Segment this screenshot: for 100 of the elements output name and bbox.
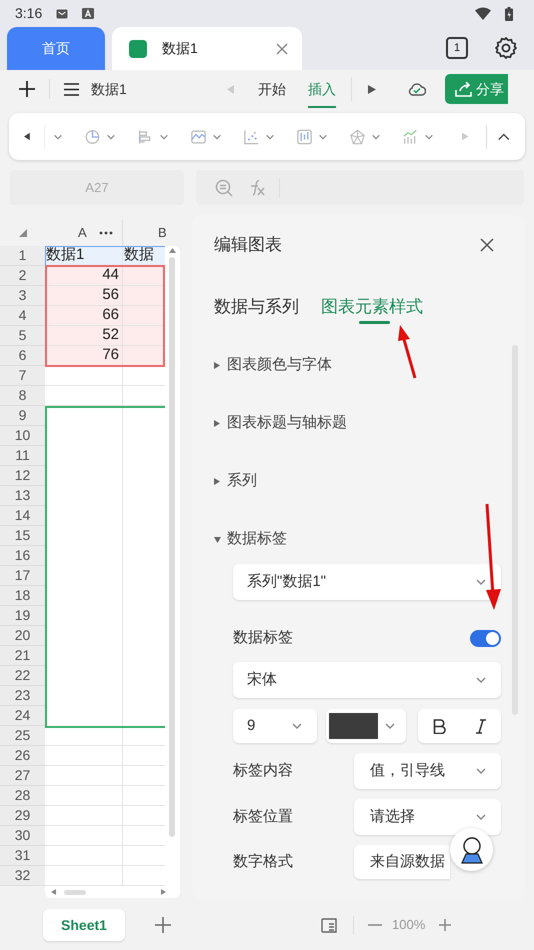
row-number[interactable]: 18 <box>0 586 45 606</box>
caret-right-icon <box>214 478 221 484</box>
font-size-dropdown[interactable]: 9 <box>233 709 317 743</box>
bold-icon[interactable] <box>432 718 446 734</box>
panel-tab[interactable]: 数据与系列 <box>214 289 299 324</box>
document-tab[interactable]: 数据1 <box>112 27 302 70</box>
caret-down-icon <box>214 536 221 542</box>
vertical-scrollbar[interactable] <box>169 257 175 837</box>
font-color-dropdown[interactable] <box>326 709 406 743</box>
share-button[interactable]: 分享 <box>444 74 508 104</box>
row-number[interactable]: 23 <box>0 686 45 706</box>
table-cell <box>123 286 165 306</box>
ribbon-tab[interactable]: 开始 <box>258 70 286 108</box>
section-header[interactable]: 图表颜色与字体 <box>214 336 503 394</box>
row-number[interactable]: 12 <box>0 466 45 486</box>
left-triangle-icon[interactable] <box>24 132 31 141</box>
field-label: 标签位置 <box>233 806 293 827</box>
sheet-tab[interactable]: Sheet1 <box>43 909 125 941</box>
section-header[interactable]: 图表标题与轴标题 <box>214 394 503 452</box>
field-label: 标签内容 <box>233 760 293 781</box>
column-header[interactable]: A <box>78 223 87 243</box>
status-time: 3:16 <box>15 4 42 23</box>
right-triangle-icon[interactable] <box>368 84 376 94</box>
settings-icon[interactable] <box>494 36 518 60</box>
table-cell <box>123 326 165 346</box>
zoom-out-icon[interactable] <box>215 178 233 196</box>
scroll-left-icon[interactable] <box>51 889 56 895</box>
option-dropdown[interactable]: 请选择 <box>354 799 501 835</box>
share-icon <box>454 82 472 96</box>
table-cell <box>123 306 165 326</box>
add-icon[interactable] <box>19 81 35 97</box>
document-tab-label: 数据1 <box>162 39 199 58</box>
scroll-right-icon[interactable] <box>161 889 166 895</box>
bar-chart-icon[interactable] <box>138 128 154 146</box>
row-number[interactable]: 14 <box>0 506 45 526</box>
add-sheet-icon[interactable] <box>155 917 171 933</box>
row-number[interactable]: 11 <box>0 446 45 466</box>
table-cell <box>123 346 165 366</box>
table-cell: 76 <box>45 346 123 366</box>
side-panel-icon[interactable] <box>321 918 337 932</box>
italic-icon[interactable] <box>474 718 487 734</box>
close-icon[interactable] <box>276 42 288 54</box>
mail-icon <box>56 8 68 18</box>
tab-count-button[interactable]: 1 <box>446 37 468 59</box>
row-number[interactable]: 3 <box>0 286 45 306</box>
wifi-icon <box>475 7 491 20</box>
row-number[interactable]: 15 <box>0 526 45 546</box>
zoom-level: 100% <box>392 916 426 934</box>
caret-right-icon <box>214 362 221 368</box>
home-tab[interactable]: 首页 <box>7 27 105 70</box>
row-number[interactable]: 10 <box>0 426 45 446</box>
area-chart-icon[interactable] <box>191 128 206 146</box>
chevron-up-icon[interactable] <box>498 132 510 142</box>
row-number[interactable]: 22 <box>0 666 45 686</box>
pie-chart-icon[interactable] <box>85 128 100 146</box>
spreadsheet-app-icon <box>129 40 147 58</box>
table-cell <box>123 266 165 286</box>
row-number[interactable]: 9 <box>0 406 45 426</box>
data-label-toggle[interactable] <box>470 630 501 646</box>
combo-chart-icon[interactable] <box>402 128 418 146</box>
row-number[interactable]: 21 <box>0 646 45 666</box>
row-number[interactable]: 16 <box>0 546 45 566</box>
zoom-in-icon[interactable] <box>439 919 452 931</box>
row-number[interactable]: 24 <box>0 706 45 726</box>
file-name: 数据1 <box>91 80 127 98</box>
table-cell: 数据 <box>123 246 165 266</box>
row-number[interactable]: 2 <box>0 266 45 286</box>
row-number[interactable]: 20 <box>0 626 45 646</box>
close-icon[interactable] <box>480 238 494 252</box>
section-header[interactable]: 系列 <box>214 452 503 510</box>
table-cell: 66 <box>45 306 123 326</box>
row-number[interactable]: 1 <box>0 246 45 266</box>
panel-title: 编辑图表 <box>214 234 282 256</box>
row-number[interactable]: 17 <box>0 566 45 586</box>
font-dropdown[interactable]: 宋体 <box>233 662 501 698</box>
option-dropdown[interactable]: 值，引导线 <box>354 753 501 789</box>
panel-tab[interactable]: 图表元素样式 <box>321 289 423 324</box>
option-dropdown[interactable]: 来自源数据 <box>354 845 450 879</box>
column-header[interactable]: B <box>158 223 167 243</box>
scroll-up-icon[interactable] <box>168 248 176 253</box>
row-number[interactable]: 6 <box>0 346 45 366</box>
horizontal-scrollbar[interactable] <box>64 890 86 894</box>
caret-right-icon <box>214 420 221 426</box>
table-cell: 52 <box>45 326 123 346</box>
select-all-corner-icon[interactable] <box>18 229 26 237</box>
ribbon-tab[interactable]: 插入 <box>308 70 336 108</box>
formula-field[interactable] <box>196 170 524 205</box>
box-chart-icon[interactable] <box>297 128 312 146</box>
more-icon[interactable] <box>98 231 113 235</box>
row-number[interactable]: 19 <box>0 606 45 626</box>
scatter-chart-icon[interactable] <box>244 128 260 146</box>
table-cell: 56 <box>45 286 123 306</box>
pentagon-chart-icon[interactable] <box>350 128 365 146</box>
row-number[interactable]: 5 <box>0 326 45 346</box>
cloud-check-icon[interactable] <box>408 82 426 96</box>
menu-icon[interactable] <box>64 82 79 96</box>
chart-frame[interactable] <box>45 406 165 728</box>
series-dropdown[interactable]: 系列"数据1" <box>233 564 501 600</box>
row-number[interactable]: 4 <box>0 306 45 326</box>
row-number[interactable]: 13 <box>0 486 45 506</box>
